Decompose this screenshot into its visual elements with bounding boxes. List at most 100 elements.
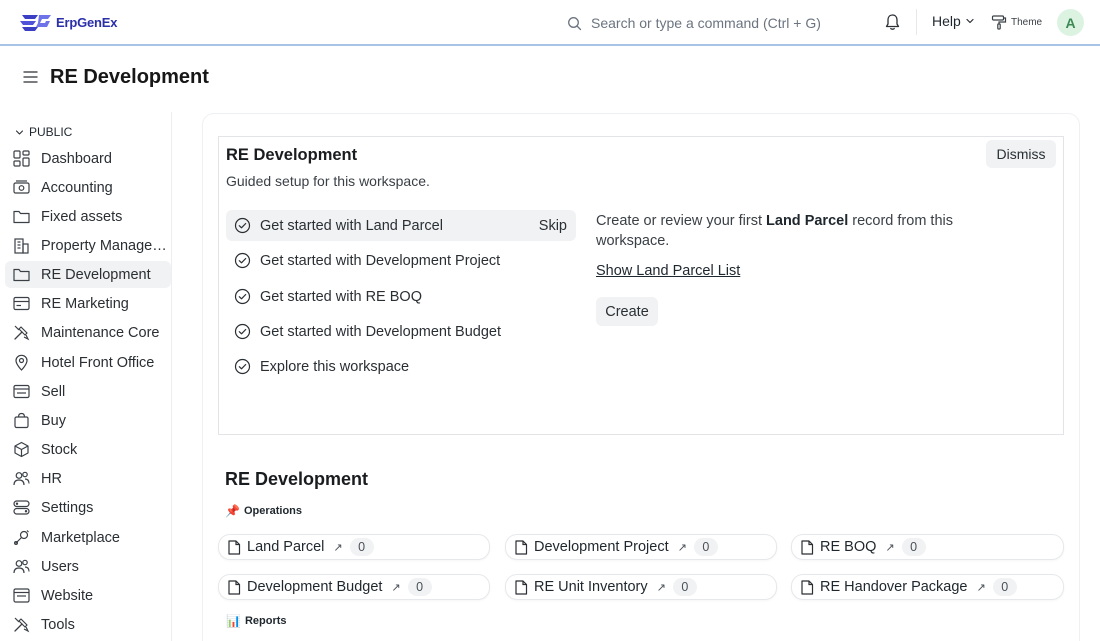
dashboard-icon: [12, 150, 30, 168]
onboarding-step[interactable]: Get started with Development Budget: [226, 316, 576, 347]
onboarding-step[interactable]: Explore this workspace: [226, 351, 576, 382]
sidebar-item-users[interactable]: Users: [5, 553, 171, 580]
onboarding-panel: RE Development Guided setup for this wor…: [218, 136, 1064, 435]
sidebar-item-maintenance-core[interactable]: Maintenance Core: [5, 319, 171, 346]
onboarding-step[interactable]: Get started with Land Parcel Skip: [226, 210, 576, 241]
sidebar-item-marketplace[interactable]: Marketplace: [5, 524, 171, 551]
search-bar[interactable]: Search or type a command (Ctrl + G): [567, 11, 867, 35]
shortcut-count: 0: [992, 578, 1017, 596]
sidebar-item-stock[interactable]: Stock: [5, 436, 171, 463]
sidebar-item-label: Marketplace: [41, 529, 120, 546]
sidebar-item-label: Property Management: [41, 237, 167, 254]
shortcut-label: Development Budget: [247, 579, 383, 595]
shortcut-count: 0: [672, 578, 697, 596]
sidebar-item-label: Buy: [41, 412, 66, 429]
workspace-section-title: RE Development: [225, 469, 369, 489]
sidebar-item-label: Settings: [41, 499, 94, 516]
shortcut-count: 0: [349, 538, 374, 556]
navbar-divider: [916, 9, 917, 35]
sidebar-item-label: Hotel Front Office: [41, 354, 155, 371]
sidebar-item-re-marketing[interactable]: RE Marketing: [5, 290, 171, 317]
user-avatar[interactable]: A: [1057, 9, 1084, 36]
tools-icon: [12, 616, 30, 634]
theme-button[interactable]: Theme: [991, 14, 1042, 30]
onboarding-step[interactable]: Get started with RE BOQ: [226, 281, 576, 312]
location-pin-icon: [12, 354, 30, 372]
skip-button[interactable]: Skip: [539, 218, 567, 234]
sidebar-item-hr[interactable]: HR: [5, 465, 171, 492]
erpgenex-logo-icon: [20, 15, 51, 31]
onboarding-step[interactable]: Get started with Development Project: [226, 245, 576, 276]
description-text: Create or review your first: [596, 213, 767, 229]
sidebar-item-hotel-front-office[interactable]: Hotel Front Office: [5, 349, 171, 376]
users-icon: [12, 558, 30, 576]
sidebar-item-label: Website: [41, 587, 94, 604]
onboarding-step-label: Get started with Development Budget: [260, 323, 501, 340]
document-icon: [228, 539, 241, 555]
reports-heading: 📊 Reports: [226, 614, 287, 628]
help-label: Help: [932, 13, 961, 29]
shortcut-label: RE BOQ: [820, 539, 877, 555]
pushpin-icon: 📌: [225, 504, 240, 518]
chevron-down-icon: [966, 18, 974, 24]
hamburger-menu-icon: [23, 71, 38, 83]
arrow-up-right-icon: ↗: [656, 581, 666, 594]
dismiss-button[interactable]: Dismiss: [986, 140, 1056, 168]
sidebar-item-accounting[interactable]: Accounting: [5, 174, 171, 201]
shortcut-count: 0: [407, 578, 432, 596]
sidebar-item-label: Fixed assets: [41, 208, 123, 225]
sidebar-section-public[interactable]: PUBLIC: [15, 125, 72, 139]
sidebar-item-label: Tools: [41, 616, 75, 633]
onboarding-step-label: Get started with Development Project: [260, 252, 501, 269]
arrow-up-right-icon: ↗: [391, 581, 401, 594]
help-dropdown[interactable]: Help: [932, 13, 975, 29]
shortcut-label: RE Unit Inventory: [534, 579, 648, 595]
sidebar-item-settings[interactable]: Settings: [5, 494, 171, 521]
sidebar-toggle-button[interactable]: [23, 70, 38, 89]
sidebar-item-property-management[interactable]: Property Management: [5, 232, 171, 259]
sidebar-item-website[interactable]: Website: [5, 582, 171, 609]
create-button[interactable]: Create: [596, 297, 658, 326]
folder-icon: [12, 208, 30, 226]
app-logo[interactable]: ErpGenEx: [19, 12, 117, 32]
notifications-button[interactable]: [884, 13, 901, 36]
arrow-up-right-icon: ↗: [885, 541, 895, 554]
sidebar-item-fixed-assets[interactable]: Fixed assets: [5, 203, 171, 230]
app-name: ErpGenEx: [56, 14, 118, 30]
sidebar-item-re-development[interactable]: RE Development: [5, 261, 171, 288]
card-icon: [12, 295, 30, 313]
shortcut-re-handover-package[interactable]: RE Handover Package ↗ 0: [791, 574, 1064, 600]
sidebar-item-sell[interactable]: Sell: [5, 378, 171, 405]
shortcut-count: 0: [693, 538, 718, 556]
sidebar-item-buy[interactable]: Buy: [5, 407, 171, 434]
check-circle-icon: [234, 323, 251, 340]
arrow-up-right-icon: ↗: [333, 541, 343, 554]
paint-roller-icon: [991, 15, 1007, 30]
document-icon: [515, 539, 528, 555]
sidebar-item-dashboard[interactable]: Dashboard: [5, 145, 171, 172]
tools-icon: [12, 324, 30, 342]
sidebar-item-label: Stock: [41, 441, 78, 458]
document-icon: [801, 539, 814, 555]
users-icon: [12, 470, 30, 488]
shortcut-development-budget[interactable]: Development Budget ↗ 0: [218, 574, 490, 600]
shortcut-re-boq[interactable]: RE BOQ ↗ 0: [791, 534, 1064, 560]
sidebar-item-label: RE Marketing: [41, 295, 129, 312]
shortcut-label: Land Parcel: [247, 539, 325, 555]
shortcut-development-project[interactable]: Development Project ↗ 0: [505, 534, 777, 560]
search-icon: [568, 16, 582, 30]
arrow-up-right-icon: ↗: [976, 581, 986, 594]
sidebar-item-label: Users: [41, 558, 79, 575]
sidebar-item-tools[interactable]: Tools: [5, 611, 171, 638]
accounting-icon: [12, 179, 30, 197]
document-icon: [801, 579, 814, 595]
building-icon: [12, 237, 30, 255]
onboarding-step-label: Get started with RE BOQ: [260, 288, 422, 305]
show-land-parcel-list-link[interactable]: Show Land Parcel List: [596, 263, 740, 279]
sidebar-item-label: Accounting: [41, 179, 113, 196]
shortcut-re-unit-inventory[interactable]: RE Unit Inventory ↗ 0: [505, 574, 777, 600]
check-circle-icon: [234, 358, 251, 375]
shortcut-land-parcel[interactable]: Land Parcel ↗ 0: [218, 534, 490, 560]
sidebar-item-label: Sell: [41, 383, 66, 400]
onboarding-subtitle: Guided setup for this workspace.: [226, 173, 430, 189]
